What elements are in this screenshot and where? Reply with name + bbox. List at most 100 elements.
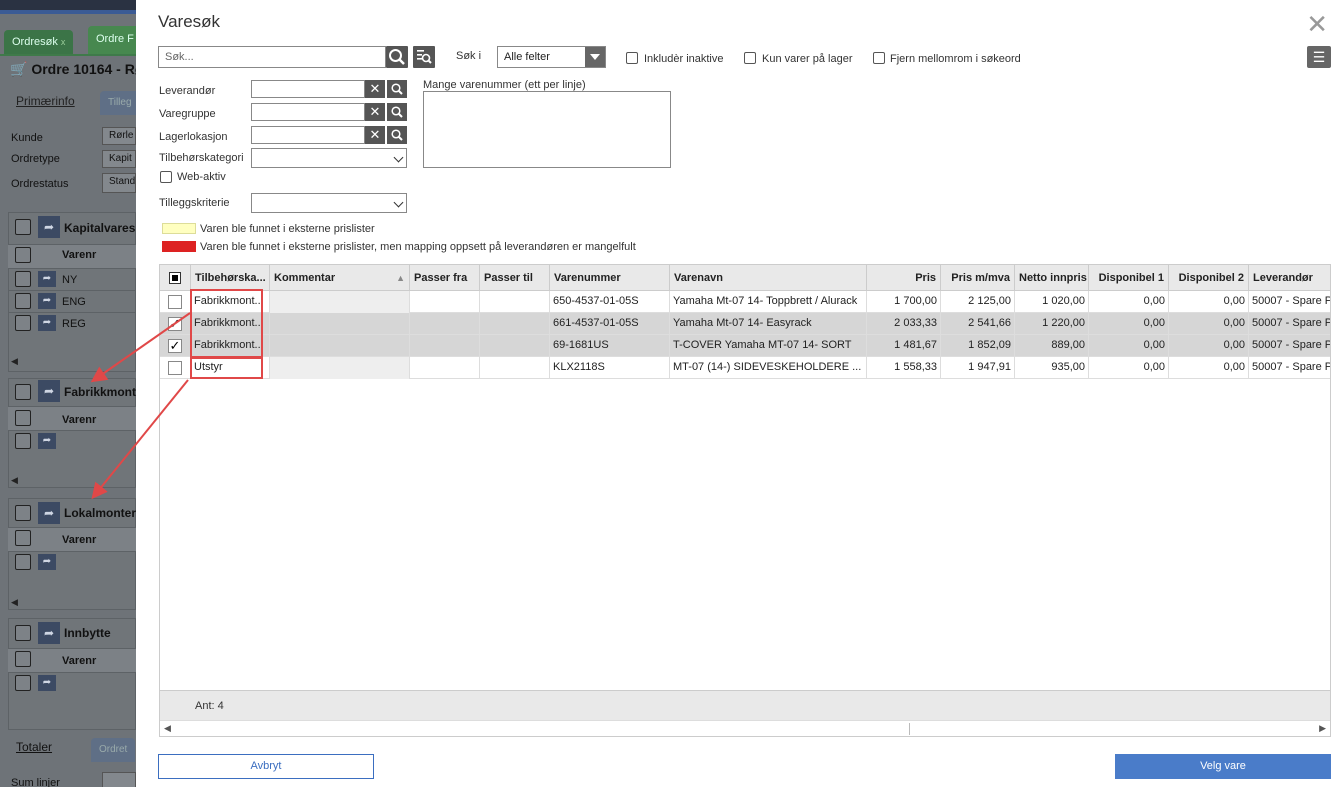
cell-leverandor: 50007 - Spare P	[1249, 313, 1330, 335]
row-checkbox[interactable]	[160, 291, 191, 313]
clear-icon[interactable]: ✕	[365, 126, 385, 144]
col-netto-innpris[interactable]: Netto innpris	[1015, 265, 1089, 291]
fjern-mellomrom-label: Fjern mellomrom i søkeord	[890, 53, 1021, 65]
share-icon[interactable]: ➦	[38, 622, 60, 644]
fjern-mellomrom-checkbox[interactable]	[873, 52, 885, 64]
col-disponibel-2[interactable]: Disponibel 2	[1169, 265, 1249, 291]
tilleggskriterie-select[interactable]	[251, 193, 407, 213]
cell-netto: 935,00	[1015, 357, 1089, 379]
share-icon[interactable]: ➦	[38, 502, 60, 524]
scroll-thumb[interactable]	[174, 723, 910, 735]
scroll-left-icon[interactable]: ◀	[8, 475, 136, 489]
row-checkbox[interactable]	[15, 675, 31, 691]
share-icon[interactable]: ➦	[38, 216, 60, 238]
table-row[interactable]: ✓ Fabrikkmont... 69-1681US T-COVER Yamaha M…	[160, 335, 1330, 357]
row-checkbox[interactable]: ✓	[160, 313, 191, 335]
tilbehorskategori-select[interactable]	[251, 148, 407, 168]
section-checkbox[interactable]	[15, 219, 31, 235]
clear-icon[interactable]: ✕	[365, 80, 385, 98]
share-icon[interactable]: ➦	[38, 433, 56, 449]
kun-lager-checkbox[interactable]	[744, 52, 756, 64]
field-kunde[interactable]: Rørle	[102, 127, 136, 145]
section-checkbox[interactable]	[15, 625, 31, 641]
share-icon[interactable]: ➦	[38, 293, 56, 309]
row-checkbox[interactable]	[15, 410, 31, 426]
sum-field	[102, 772, 136, 787]
cell-fra	[410, 313, 480, 335]
search-icon[interactable]	[387, 126, 407, 144]
tab-ordresok[interactable]: Ordresøk x	[4, 30, 74, 54]
search-icon[interactable]	[386, 46, 408, 68]
scroll-left-icon[interactable]: ◀	[8, 597, 136, 611]
col-leverandor[interactable]: Leverandør	[1249, 265, 1330, 291]
cell-pris: 2 033,33	[867, 313, 941, 335]
col-passer-til[interactable]: Passer til	[480, 265, 550, 291]
annotation-box-utstyr	[190, 357, 263, 379]
row-checkbox[interactable]	[15, 315, 31, 331]
col-varenummer[interactable]: Varenummer	[550, 265, 670, 291]
advanced-search-icon[interactable]	[413, 46, 435, 68]
section-checkbox[interactable]	[15, 384, 31, 400]
cell-pris_mva: 1 852,09	[941, 335, 1015, 357]
share-icon[interactable]: ➦	[38, 554, 56, 570]
close-icon[interactable]: ✕	[1306, 11, 1328, 37]
sok-i-select[interactable]: Alle felter	[497, 46, 606, 68]
table-row[interactable]: Fabrikkmont... 650-4537-01-05S Yamaha Mt-0…	[160, 291, 1330, 313]
cell-kommentar	[270, 313, 410, 335]
search-input[interactable]: Søk...	[158, 46, 386, 68]
col-pris-mva[interactable]: Pris m/mva	[941, 265, 1015, 291]
scroll-left-icon[interactable]: ◀	[8, 356, 136, 370]
clear-icon[interactable]: ✕	[365, 103, 385, 121]
row-checkbox[interactable]	[15, 433, 31, 449]
hamburger-menu-icon[interactable]: ☰	[1307, 46, 1331, 68]
tab-ordre[interactable]: Ordre F	[88, 26, 142, 54]
row-checkbox[interactable]	[15, 651, 31, 667]
row-varenr: REG	[62, 318, 86, 330]
row-checkbox[interactable]	[15, 247, 31, 263]
share-icon[interactable]: ➦	[38, 380, 60, 402]
section-checkbox[interactable]	[15, 505, 31, 521]
cancel-button[interactable]: Avbryt	[158, 754, 374, 779]
tab-primaerinfo[interactable]: Primærinfo	[16, 94, 75, 108]
varesok-dialog: Varesøk ✕ ☰ Søk... Søk i Alle felter Ink…	[136, 0, 1338, 787]
table-row[interactable]: Utstyr KLX2118S MT-07 (14-) SIDEVESKEHOLDE…	[160, 357, 1330, 379]
row-checkbox[interactable]	[15, 530, 31, 546]
share-icon[interactable]: ➦	[38, 271, 56, 287]
varegruppe-input[interactable]	[251, 103, 365, 121]
inkluder-inaktive-checkbox[interactable]	[626, 52, 638, 64]
tab-ordret[interactable]: Ordret	[91, 738, 136, 762]
row-count: Ant: 4	[195, 700, 224, 712]
col-varenavn[interactable]: Varenavn	[670, 265, 867, 291]
horizontal-scrollbar[interactable]: ◀ ▶	[160, 720, 1330, 736]
search-icon[interactable]	[387, 103, 407, 121]
col-kommentar[interactable]: Kommentar ▲	[270, 265, 410, 291]
row-checkbox[interactable]	[15, 554, 31, 570]
share-icon[interactable]: ➦	[38, 675, 56, 691]
select-all-checkbox[interactable]	[160, 265, 191, 291]
search-icon[interactable]	[387, 80, 407, 98]
cell-fra	[410, 357, 480, 379]
col-pris[interactable]: Pris	[867, 265, 941, 291]
row-checkbox[interactable]	[160, 357, 191, 379]
web-aktiv-checkbox[interactable]	[160, 171, 172, 183]
tab-totaler[interactable]: Totaler	[16, 740, 52, 754]
col-disponibel-1[interactable]: Disponibel 1	[1089, 265, 1169, 291]
tab-tillegg[interactable]: Tilleg	[100, 91, 140, 115]
scroll-right-icon[interactable]: ▶	[1319, 723, 1326, 734]
share-icon[interactable]: ➦	[38, 315, 56, 331]
scroll-left-icon[interactable]: ◀	[164, 723, 171, 734]
field-ordretype[interactable]: Kapit	[102, 150, 136, 168]
lagerlokasjon-input[interactable]	[251, 126, 365, 144]
leverandor-input[interactable]	[251, 80, 365, 98]
field-label-ordrestatus: Ordrestatus	[11, 178, 69, 190]
row-checkbox[interactable]: ✓	[160, 335, 191, 357]
field-ordrestatus[interactable]: Stand	[102, 173, 136, 193]
select-item-button[interactable]: Velg vare	[1115, 754, 1331, 779]
table-row[interactable]: ✓ Fabrikkmont... 661-4537-01-05S Yamaha Mt-…	[160, 313, 1330, 335]
row-checkbox[interactable]	[15, 293, 31, 309]
col-tilbehorskategori[interactable]: Tilbehørska...	[191, 265, 270, 291]
col-passer-fra[interactable]: Passer fra	[410, 265, 480, 291]
tilleggskriterie-label: Tilleggskriterie	[159, 197, 230, 209]
mange-varenummer-textarea[interactable]	[423, 91, 671, 168]
row-checkbox[interactable]	[15, 271, 31, 287]
